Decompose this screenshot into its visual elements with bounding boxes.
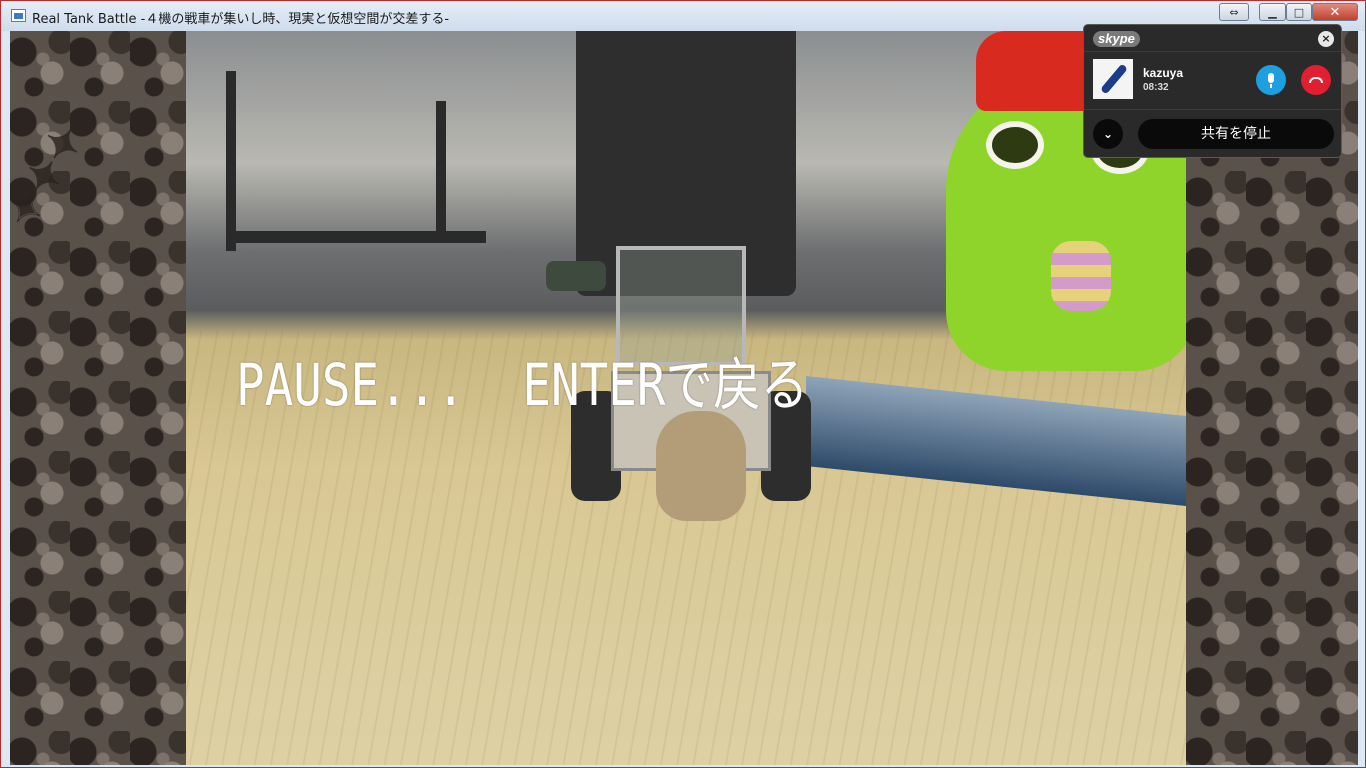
close-icon[interactable]: × — [1318, 31, 1334, 47]
pause-message: PAUSE... ENTERで戻る — [236, 351, 809, 419]
mascot-eye — [986, 121, 1044, 169]
swap-arrows-icon[interactable]: ⇔ — [1219, 3, 1249, 21]
tank-cover — [656, 411, 746, 521]
microphone-button[interactable] — [1256, 65, 1286, 95]
chair-leg — [226, 71, 236, 251]
chair-base — [226, 231, 486, 243]
hang-up-icon — [1309, 77, 1323, 83]
divider — [1084, 109, 1341, 110]
minimize-button[interactable]: ▁ — [1259, 3, 1286, 21]
close-button[interactable]: ✕ — [1312, 3, 1358, 21]
app-window: Real Tank Battle -４機の戦車が集いし時、現実と仮想空間が交差す… — [0, 0, 1366, 768]
skype-call-panel[interactable]: skype × kazuya 08:32 ⌄ 共有を停止 — [1083, 24, 1342, 158]
divider — [1084, 51, 1341, 52]
mascot-belly — [1051, 241, 1111, 311]
avatar — [1093, 59, 1133, 99]
hang-up-button[interactable] — [1301, 65, 1331, 95]
maximize-button[interactable]: □ — [1286, 3, 1312, 21]
microphone-icon — [1268, 73, 1274, 83]
microphone-stand — [1270, 84, 1272, 88]
caller-name: kazuya — [1143, 66, 1184, 80]
chair-leg — [436, 101, 446, 241]
camo-background-left: ✦✦✦ — [10, 31, 186, 765]
feather-icon — [1100, 63, 1128, 95]
call-duration: 08:32 — [1143, 82, 1169, 93]
app-icon[interactable] — [11, 9, 26, 22]
stop-sharing-button[interactable]: 共有を停止 — [1138, 119, 1334, 149]
camo-decor-text: ✦✦✦ — [10, 115, 96, 238]
skype-logo: skype — [1093, 31, 1140, 47]
chevron-down-icon[interactable]: ⌄ — [1093, 119, 1123, 149]
window-title: Real Tank Battle -４機の戦車が集いし時、現実と仮想空間が交差す… — [32, 12, 450, 27]
